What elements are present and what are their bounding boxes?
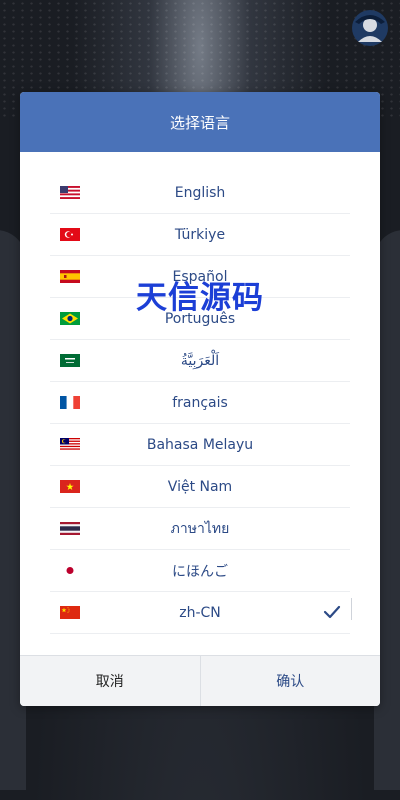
language-item-arabic[interactable]: اَلْعَرَبِيَّةُ (50, 340, 350, 382)
malaysia-flag-icon (60, 438, 80, 451)
us-flag-icon (60, 186, 80, 199)
language-label: にほんご (172, 563, 228, 580)
france-flag-icon (60, 396, 80, 409)
language-label: ภาษาไทย (170, 520, 230, 537)
language-item-francais[interactable]: français (50, 382, 350, 424)
language-label: Português (164, 310, 236, 327)
language-item-bahasa-melayu[interactable]: Bahasa Melayu (50, 424, 350, 466)
brazil-flag-icon (60, 312, 80, 325)
dialog-header: 选择语言 (20, 92, 380, 152)
language-label: Việt Nam (167, 478, 233, 495)
language-item-japanese[interactable]: にほんご (50, 550, 350, 592)
language-label: اَلْعَرَبِيَّةُ (180, 352, 220, 369)
dialog-footer: 取消 确认 (20, 655, 380, 706)
thailand-flag-icon (60, 522, 80, 535)
language-label: English (174, 184, 226, 201)
language-label: Español (172, 268, 228, 285)
japan-flag-icon (60, 564, 80, 577)
dialog-title: 选择语言 (169, 113, 230, 132)
language-label: Türkiye (174, 226, 226, 243)
checkmark-icon (323, 605, 341, 619)
language-item-english[interactable]: English (50, 172, 350, 214)
confirm-button[interactable]: 确认 (201, 656, 381, 706)
turkey-flag-icon (60, 228, 80, 241)
language-label: zh-CN (179, 604, 221, 621)
language-item-thai[interactable]: ภาษาไทย (50, 508, 350, 550)
saudi-flag-icon (60, 354, 80, 367)
language-dialog: 选择语言 English Türkiye Español Português ا… (20, 92, 380, 706)
china-flag-icon (60, 606, 80, 619)
language-item-turkiye[interactable]: Türkiye (50, 214, 350, 256)
cancel-button[interactable]: 取消 (20, 656, 201, 706)
language-item-zh-cn[interactable]: zh-CN (50, 592, 352, 634)
avatar-icon[interactable] (350, 8, 390, 48)
vietnam-flag-icon (60, 480, 80, 493)
language-list: English Türkiye Español Português اَلْعَ… (50, 172, 352, 634)
language-item-viet-nam[interactable]: Việt Nam (50, 466, 350, 508)
language-item-espanol[interactable]: Español (50, 256, 350, 298)
language-item-portugues[interactable]: Português (50, 298, 350, 340)
language-label: français (172, 394, 228, 411)
spain-flag-icon (60, 270, 80, 283)
selection-divider (351, 598, 352, 620)
language-label: Bahasa Melayu (146, 436, 254, 453)
